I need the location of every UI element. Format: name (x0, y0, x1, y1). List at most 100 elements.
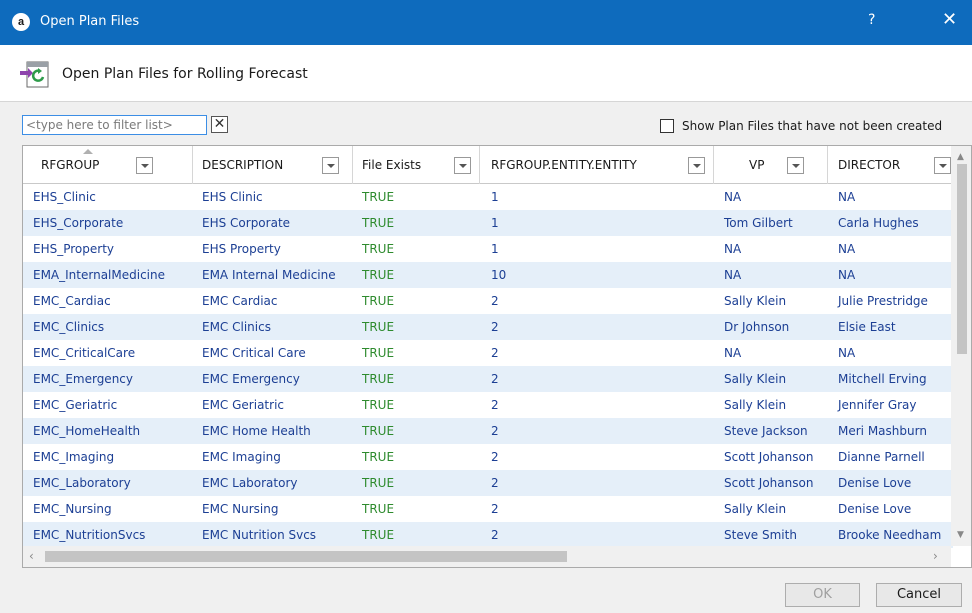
cancel-button[interactable]: Cancel (876, 583, 962, 607)
table-row[interactable]: EMC_Imaging EMC Imaging TRUE 2 Scott Johanso… (23, 444, 953, 470)
filter-dropdown-icon[interactable] (454, 157, 471, 174)
column-header-file-exists[interactable]: File Exists (353, 146, 480, 184)
vertical-scroll-thumb[interactable] (957, 164, 967, 354)
table-row[interactable]: EMC_Clinics EMC Clinics TRUE 2 Dr Johnson Els… (23, 314, 953, 340)
column-header-label: RFGROUP.ENTITY.ENTITY (491, 158, 637, 172)
dialog-header: Open Plan Files for Rolling Forecast (0, 45, 972, 102)
table-row[interactable]: EMC_Cardiac EMC Cardiac TRUE 2 Sally Klein Ju… (23, 288, 953, 314)
horizontal-scrollbar[interactable]: ‹ › (23, 546, 951, 567)
cell-file-exists: TRUE (362, 320, 395, 334)
cell-rfgroup: EMC_Geriatric (33, 398, 118, 412)
column-header-director[interactable]: DIRECTOR (828, 146, 953, 184)
cell-rfgroup: EMC_Imaging (33, 450, 115, 464)
cell-rfgroup: EMC_NutritionSvcs (33, 528, 146, 542)
cell-director: Mitchell Erving (838, 372, 927, 386)
cell-director: Denise Love (838, 502, 912, 516)
column-header-description[interactable]: DESCRIPTION (193, 146, 353, 184)
scroll-left-icon[interactable]: ‹ (29, 549, 34, 563)
column-header-rfgroup[interactable]: RFGROUP (23, 146, 193, 184)
filter-dropdown-icon[interactable] (787, 157, 804, 174)
column-header-label: DESCRIPTION (202, 158, 284, 172)
cell-description: EHS Property (202, 242, 281, 256)
cell-description: EHS Corporate (202, 216, 291, 230)
cell-description: EMC Imaging (202, 450, 281, 464)
scroll-right-icon[interactable]: › (933, 549, 938, 563)
cell-vp: Steve Smith (724, 528, 797, 542)
window-title: Open Plan Files (40, 14, 140, 29)
table-row[interactable]: EMC_Laboratory EMC Laboratory TRUE 2 Scott J… (23, 470, 953, 496)
column-header-label: RFGROUP (41, 158, 100, 172)
cell-description: EMC Laboratory (202, 476, 298, 490)
column-header-label: File Exists (362, 158, 422, 172)
column-header-vp[interactable]: VP (714, 146, 828, 184)
cell-director: Denise Love (838, 476, 912, 490)
cell-description: EMC Nursing (202, 502, 279, 516)
cell-file-exists: TRUE (362, 424, 395, 438)
cell-vp: Dr Johnson (724, 320, 790, 334)
filter-input[interactable]: <type here to filter list> (22, 115, 207, 135)
table-row[interactable]: EMC_HomeHealth EMC Home Health TRUE 2 Steve … (23, 418, 953, 444)
table-row[interactable]: EMC_Nursing EMC Nursing TRUE 2 Sally Klein De… (23, 496, 953, 522)
cell-entity: 2 (491, 502, 499, 516)
cell-rfgroup: EMC_Emergency (33, 372, 133, 386)
table-row[interactable]: EHS_Clinic EHS Clinic TRUE 1 NA NA (23, 184, 953, 210)
show-uncreated-checkbox[interactable] (660, 119, 674, 133)
filter-dropdown-icon[interactable] (934, 157, 951, 174)
cell-file-exists: TRUE (362, 268, 395, 282)
app-logo-icon: a (12, 13, 30, 31)
cell-director: Jennifer Gray (838, 398, 917, 412)
cell-rfgroup: EHS_Corporate (33, 216, 124, 230)
close-button[interactable]: ✕ (942, 9, 957, 30)
cell-entity: 1 (491, 242, 499, 256)
cell-rfgroup: EHS_Property (33, 242, 114, 256)
vertical-scrollbar[interactable]: ▲ ▼ (951, 146, 971, 546)
cell-description: EMC Nutrition Svcs (202, 528, 317, 542)
cell-rfgroup: EMC_Nursing (33, 502, 112, 516)
cell-file-exists: TRUE (362, 450, 395, 464)
cell-vp: Sally Klein (724, 398, 787, 412)
cell-file-exists: TRUE (362, 242, 395, 256)
ok-button[interactable]: OK (785, 583, 860, 607)
filter-dropdown-icon[interactable] (136, 157, 153, 174)
cell-vp: NA (724, 190, 742, 204)
horizontal-scroll-thumb[interactable] (45, 551, 567, 562)
cell-director: Carla Hughes (838, 216, 919, 230)
table-row[interactable]: EHS_Corporate EHS Corporate TRUE 1 Tom Gilbe… (23, 210, 953, 236)
cell-entity: 2 (491, 398, 499, 412)
table-row[interactable]: EMC_NutritionSvcs EMC Nutrition Svcs TRUE 2… (23, 522, 953, 548)
scroll-down-icon[interactable]: ▼ (957, 530, 964, 540)
scroll-up-icon[interactable]: ▲ (957, 152, 964, 162)
cell-director: NA (838, 346, 856, 360)
cell-entity: 2 (491, 528, 499, 542)
table-row[interactable]: EMC_Geriatric EMC Geriatric TRUE 2 Sally Kle… (23, 392, 953, 418)
cell-entity: 2 (491, 346, 499, 360)
cell-entity: 2 (491, 372, 499, 386)
cell-description: EMC Emergency (202, 372, 300, 386)
table-row[interactable]: EMC_Emergency EMC Emergency TRUE 2 Sally Kle… (23, 366, 953, 392)
cell-vp: Steve Jackson (724, 424, 808, 438)
cell-vp: NA (724, 242, 742, 256)
column-header-entity[interactable]: RFGROUP.ENTITY.ENTITY (480, 146, 714, 184)
clear-filter-button[interactable]: ✕ (211, 116, 228, 133)
cell-description: EMC Home Health (202, 424, 311, 438)
cell-file-exists: TRUE (362, 346, 395, 360)
grid-header: RFGROUP DESCRIPTION File Exists RFGROUP.… (23, 146, 953, 184)
cell-file-exists: TRUE (362, 216, 395, 230)
cell-director: Dianne Parnell (838, 450, 925, 464)
cell-director: Brooke Needham (838, 528, 942, 542)
table-row[interactable]: EMC_CriticalCare EMC Critical Care TRUE 2 NA… (23, 340, 953, 366)
cell-entity: 2 (491, 320, 499, 334)
cell-director: Meri Mashburn (838, 424, 927, 438)
cell-rfgroup: EMC_CriticalCare (33, 346, 136, 360)
cell-entity: 2 (491, 450, 499, 464)
cell-description: EMC Cardiac (202, 294, 278, 308)
cell-description: EMA Internal Medicine (202, 268, 336, 282)
cell-file-exists: TRUE (362, 294, 395, 308)
filter-dropdown-icon[interactable] (322, 157, 339, 174)
help-button[interactable]: ? (868, 12, 875, 28)
table-row[interactable]: EHS_Property EHS Property TRUE 1 NA NA (23, 236, 953, 262)
cell-file-exists: TRUE (362, 190, 395, 204)
table-row[interactable]: EMA_InternalMedicine EMA Internal Medicin… (23, 262, 953, 288)
filter-dropdown-icon[interactable] (688, 157, 705, 174)
cell-vp: Sally Klein (724, 372, 787, 386)
